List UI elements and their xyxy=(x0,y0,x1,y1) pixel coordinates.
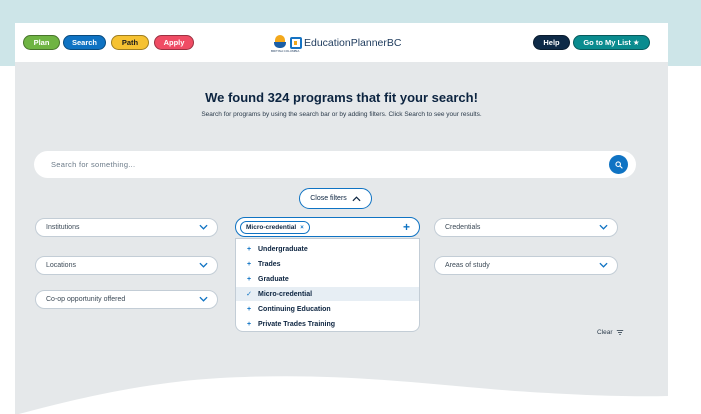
chevron-down-icon xyxy=(199,224,208,230)
go-to-my-list-button[interactable]: Go to My List ★ xyxy=(573,35,650,50)
nav-plan-button[interactable]: Plan xyxy=(23,35,60,50)
nav-apply-button[interactable]: Apply xyxy=(154,35,194,50)
menu-item-label: Undergraduate xyxy=(258,245,308,253)
clear-label: Clear xyxy=(597,329,613,336)
educationplannerbc-logo[interactable]: BRITISH COLUMBIA EducationPlannerBC xyxy=(271,32,402,54)
nav-search-button[interactable]: Search xyxy=(63,35,106,50)
stage: Plan Search Path Apply BRITISH COLUMBIA … xyxy=(0,0,701,414)
magnifier-icon xyxy=(614,160,623,169)
results-headline: We found 324 programs that fit your sear… xyxy=(205,90,478,105)
close-filters-label: Close filters xyxy=(310,195,347,202)
areas-label: Areas of study xyxy=(445,262,490,269)
chevron-down-icon xyxy=(599,262,608,268)
results-instructions: Search for programs by using the search … xyxy=(201,111,482,118)
menu-item-continuing-education[interactable]: + Continuing Education xyxy=(236,302,419,316)
program-type-multiselect[interactable]: Micro-credential × + xyxy=(235,217,420,237)
institutions-label: Institutions xyxy=(46,224,80,231)
chevron-down-icon xyxy=(199,262,208,268)
logo-name: EducationPlannerBC xyxy=(304,37,402,49)
chip-label: Micro-credential xyxy=(246,224,297,231)
plus-icon: + xyxy=(246,320,252,328)
close-filters-button[interactable]: Close filters xyxy=(299,188,372,209)
credentials-label: Credentials xyxy=(445,224,481,231)
menu-item-micro-credential[interactable]: ✓ Micro-credential xyxy=(236,287,419,301)
close-icon[interactable]: × xyxy=(300,225,304,231)
program-type-menu: + Undergraduate + Trades + Graduate ✓ Mi… xyxy=(235,238,420,332)
menu-item-trades[interactable]: + Trades xyxy=(236,257,419,271)
help-button[interactable]: Help xyxy=(533,35,570,50)
clear-filters-button[interactable]: Clear xyxy=(597,329,624,336)
menu-item-label: Private Trades Training xyxy=(258,320,336,328)
menu-item-private-trades-training[interactable]: + Private Trades Training xyxy=(236,317,419,331)
plus-icon[interactable]: + xyxy=(403,220,410,234)
menu-item-undergraduate[interactable]: + Undergraduate xyxy=(236,242,419,256)
nav-path-button[interactable]: Path xyxy=(111,35,149,50)
filter-clear-icon xyxy=(616,330,623,335)
menu-item-label: Graduate xyxy=(258,275,289,283)
credentials-dropdown[interactable]: Credentials xyxy=(434,218,618,237)
decorative-wave xyxy=(18,376,668,414)
chevron-up-icon xyxy=(352,195,361,201)
planner-logo-icon xyxy=(290,37,302,49)
search-input[interactable]: Search for something... xyxy=(51,160,135,169)
search-bar[interactable]: Search for something... xyxy=(34,151,636,178)
checkmark-icon: ✓ xyxy=(246,291,252,298)
app-window: Plan Search Path Apply BRITISH COLUMBIA … xyxy=(15,23,668,414)
search-submit-button[interactable] xyxy=(609,155,628,174)
menu-item-label: Trades xyxy=(258,260,281,268)
areas-of-study-dropdown[interactable]: Areas of study xyxy=(434,256,618,275)
menu-item-graduate[interactable]: + Graduate xyxy=(236,272,419,286)
plus-icon: + xyxy=(246,245,252,253)
menu-item-label: Continuing Education xyxy=(258,305,331,313)
coop-dropdown[interactable]: Co-op opportunity offered xyxy=(35,290,218,309)
bc-government-logo: BRITISH COLUMBIA xyxy=(271,34,299,53)
coop-label: Co-op opportunity offered xyxy=(46,296,126,303)
plus-icon: + xyxy=(246,260,252,268)
locations-label: Locations xyxy=(46,262,76,269)
top-navigation-bar: Plan Search Path Apply BRITISH COLUMBIA … xyxy=(15,23,668,62)
institutions-dropdown[interactable]: Institutions xyxy=(35,218,218,237)
locations-dropdown[interactable]: Locations xyxy=(35,256,218,275)
plus-icon: + xyxy=(246,305,252,313)
chevron-down-icon xyxy=(599,224,608,230)
plus-icon: + xyxy=(246,275,252,283)
selected-filter-chip[interactable]: Micro-credential × xyxy=(240,221,310,234)
menu-item-label: Micro-credential xyxy=(258,290,313,298)
chevron-down-icon xyxy=(199,296,208,302)
